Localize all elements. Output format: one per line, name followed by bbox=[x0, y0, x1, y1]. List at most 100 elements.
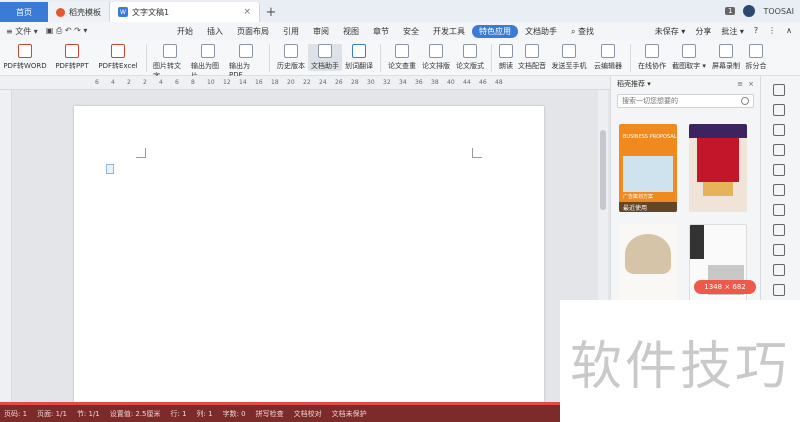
ruler-tick-label: 18 bbox=[271, 79, 279, 86]
pdf-to-word-label: PDF转WORD bbox=[3, 62, 47, 70]
doc-assistant-button[interactable]: 文档助手 bbox=[308, 44, 342, 71]
ruler-tick-label: 40 bbox=[447, 79, 455, 86]
status-section[interactable]: 节: 1/1 bbox=[77, 409, 100, 419]
template-photo bbox=[623, 156, 673, 192]
help-icon[interactable]: ? bbox=[754, 26, 758, 37]
comment-button[interactable]: 批注 ▾ bbox=[721, 26, 744, 37]
menu-references[interactable]: 引用 bbox=[276, 26, 306, 37]
doc-dubbing-label: 文档配音 bbox=[518, 62, 546, 70]
document-page[interactable] bbox=[74, 106, 544, 406]
toolbar-quick-icons[interactable]: ▣ ⎙ ↶ ↷ ▾ bbox=[46, 26, 88, 36]
online-collab-button[interactable]: 在线协作 bbox=[635, 44, 669, 71]
menu-developer[interactable]: 开发工具 bbox=[426, 26, 472, 37]
watermark-text: 软件技巧 bbox=[569, 336, 790, 397]
paper-layout-button[interactable]: 论文排版 bbox=[419, 44, 453, 71]
bucket-icon[interactable] bbox=[773, 184, 785, 196]
menu-special-apps[interactable]: 特色应用 bbox=[472, 24, 518, 38]
paper-check-button[interactable]: 论文查重 bbox=[385, 44, 419, 71]
vertical-ruler[interactable] bbox=[0, 90, 12, 402]
status-column[interactable]: 列: 1 bbox=[197, 409, 213, 419]
status-setting[interactable]: 设置值: 2.5厘米 bbox=[110, 409, 161, 419]
status-proofread[interactable]: 文档校对 bbox=[294, 409, 322, 419]
menu-chapter[interactable]: 章节 bbox=[366, 26, 396, 37]
close-tab-icon[interactable]: × bbox=[243, 7, 251, 17]
watermark: 软件技巧 bbox=[560, 300, 800, 422]
pdf-to-excel-button[interactable]: PDF转Excel bbox=[94, 44, 142, 71]
user-name[interactable]: TOOSAI bbox=[763, 7, 794, 16]
template-thumbnail-festival[interactable] bbox=[689, 124, 747, 212]
pen-icon[interactable] bbox=[773, 104, 785, 116]
panel-search-input[interactable] bbox=[622, 97, 732, 105]
location-icon[interactable] bbox=[773, 144, 785, 156]
menu-security[interactable]: 安全 bbox=[396, 26, 426, 37]
tab-document[interactable]: W 文字文稿1 × bbox=[110, 2, 260, 22]
menu-view[interactable]: 视图 bbox=[336, 26, 366, 37]
panel-menu-icon[interactable]: ≡ bbox=[737, 80, 743, 88]
screen-record-button[interactable]: 屏幕录制 bbox=[709, 44, 743, 71]
document-icon[interactable] bbox=[773, 284, 785, 296]
send-to-phone-button[interactable]: 发送至手机 bbox=[548, 44, 590, 71]
split-merge-button[interactable]: 拆分合 bbox=[743, 44, 769, 71]
sliders-icon[interactable] bbox=[773, 84, 785, 96]
grid-icon[interactable] bbox=[773, 224, 785, 236]
file-menu[interactable]: ≡ 文件 ▾ bbox=[6, 26, 38, 37]
template-thumbnail-resume[interactable] bbox=[689, 224, 747, 312]
cloud-editor-button[interactable]: 云编辑器 bbox=[590, 44, 626, 71]
window-count-badge[interactable]: 1 bbox=[724, 7, 736, 15]
status-pages[interactable]: 页面: 1/1 bbox=[37, 409, 67, 419]
screenshot-ocr-button[interactable]: 截图取字 ▾ bbox=[669, 44, 709, 71]
share-button[interactable]: 分享 bbox=[695, 26, 711, 37]
shapes-icon[interactable] bbox=[773, 164, 785, 176]
unsaved-status[interactable]: 未保存 ▾ bbox=[655, 26, 686, 37]
split-icon bbox=[749, 44, 763, 58]
ruler-tick-label: 36 bbox=[415, 79, 423, 86]
panel-close-icon[interactable]: × bbox=[748, 80, 754, 88]
menu-doc-assistant[interactable]: 文档助手 bbox=[518, 26, 564, 37]
settings-icon[interactable] bbox=[773, 264, 785, 276]
online-collab-label: 在线协作 bbox=[638, 62, 666, 70]
pdf-to-excel-label: PDF转Excel bbox=[98, 62, 138, 70]
read-aloud-button[interactable]: 朗读 bbox=[496, 44, 516, 71]
paragraph-layout-icon[interactable] bbox=[106, 164, 114, 174]
ruler-tick-label: 22 bbox=[303, 79, 311, 86]
table-icon[interactable] bbox=[773, 204, 785, 216]
paper-format-button[interactable]: 论文版式 bbox=[453, 44, 487, 71]
history-version-button[interactable]: 历史版本 bbox=[274, 44, 308, 71]
ruler-tick-label: 34 bbox=[399, 79, 407, 86]
new-tab-button[interactable]: + bbox=[260, 2, 282, 22]
panel-search-box[interactable] bbox=[617, 94, 754, 108]
template-thumbnail-floral[interactable] bbox=[619, 224, 677, 312]
search-icon[interactable] bbox=[741, 97, 749, 105]
status-page[interactable]: 页码: 1 bbox=[4, 409, 27, 419]
template-title: BUSINESS PROPOSAL bbox=[623, 134, 677, 140]
tab-home[interactable]: 首页 bbox=[0, 2, 48, 22]
search-menu[interactable]: ⌕ 查找 bbox=[564, 26, 601, 37]
ruler-tick-label: 12 bbox=[223, 79, 231, 86]
menu-insert[interactable]: 插入 bbox=[200, 26, 230, 37]
paper-format-label: 论文版式 bbox=[456, 62, 484, 70]
export-pdf-button[interactable]: 输出为PDF bbox=[227, 44, 265, 79]
scrollbar-thumb[interactable] bbox=[600, 130, 606, 210]
collapse-ribbon-icon[interactable]: ∧ bbox=[786, 26, 792, 37]
word-translate-button[interactable]: 划词翻译 bbox=[342, 44, 376, 71]
tab-docer-template[interactable]: 稻壳模板 bbox=[48, 2, 110, 22]
more-icon[interactable]: ⋮ bbox=[768, 26, 776, 37]
panel-title[interactable]: 稻壳推荐 ▾ bbox=[617, 79, 651, 89]
status-spell-check[interactable]: 拼写检查 bbox=[256, 409, 284, 419]
status-row[interactable]: 行: 1 bbox=[170, 409, 186, 419]
pdf-to-ppt-button[interactable]: PDF转PPT bbox=[50, 44, 94, 71]
pdf-to-word-button[interactable]: PDF转WORD bbox=[0, 44, 50, 71]
status-protection[interactable]: 文档未保护 bbox=[332, 409, 367, 419]
doc-dubbing-button[interactable]: 文档配音 bbox=[516, 44, 548, 71]
menu-start[interactable]: 开始 bbox=[170, 26, 200, 37]
phone-icon bbox=[562, 44, 576, 58]
avatar[interactable] bbox=[743, 5, 756, 17]
menu-review[interactable]: 审阅 bbox=[306, 26, 336, 37]
ruler-tick-label: 4 bbox=[159, 79, 163, 86]
cursor-icon[interactable] bbox=[773, 124, 785, 136]
menu-page-layout[interactable]: 页面布局 bbox=[230, 26, 276, 37]
chart-icon[interactable] bbox=[773, 244, 785, 256]
status-word-count[interactable]: 字数: 0 bbox=[223, 409, 246, 419]
template-thumbnail-business[interactable]: BUSINESS PROPOSAL 广告策划方案 最近使用 bbox=[619, 124, 677, 212]
horizontal-ruler[interactable]: 6 4 2 2 4 6 8 10 12 14 16 18 20 22 24 26 28 30 32 34 36 38 40 4… bbox=[0, 76, 610, 90]
